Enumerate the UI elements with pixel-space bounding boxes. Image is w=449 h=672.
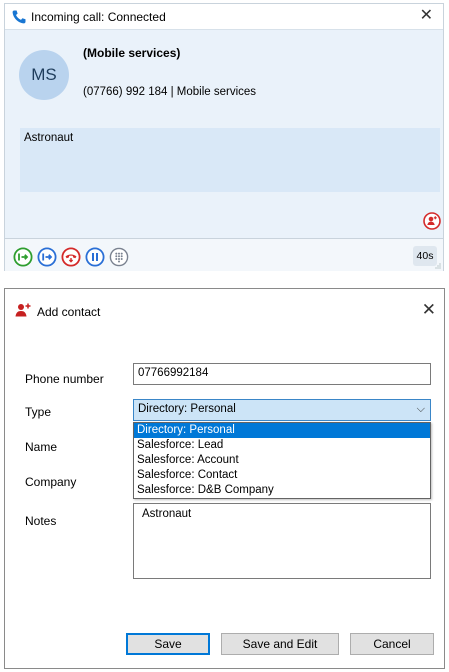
type-label: Type xyxy=(25,405,52,419)
call-window: Incoming call: Connected ✕ MS (Mobile se… xyxy=(4,3,444,271)
call-duration: 40s xyxy=(413,246,437,266)
caller-number-line: (07766) 992 184 | Mobile services xyxy=(83,86,257,98)
type-option[interactable]: Salesforce: D&B Company xyxy=(134,483,430,498)
chevron-down-icon: ⌵ xyxy=(416,403,425,415)
hold-icon[interactable] xyxy=(85,247,105,267)
call-title-bar: Incoming call: Connected ✕ xyxy=(5,4,443,30)
hangup-icon[interactable] xyxy=(61,247,81,267)
save-button[interactable]: Save xyxy=(126,633,210,655)
transfer-icon[interactable] xyxy=(13,247,33,267)
notes-textarea[interactable]: Astronaut xyxy=(133,503,431,579)
add-contact-icon xyxy=(15,303,31,317)
call-control-bar: 40s xyxy=(5,238,443,271)
caller-name: (Mobile services) xyxy=(83,46,181,60)
close-icon[interactable]: ✕ xyxy=(422,301,436,319)
type-option[interactable]: Salesforce: Contact xyxy=(134,468,430,483)
add-contact-icon[interactable] xyxy=(423,212,441,230)
consult-icon[interactable] xyxy=(37,247,57,267)
dialog-title-bar: Add contact ✕ xyxy=(5,289,444,333)
call-status-title: Incoming call: Connected xyxy=(31,10,166,24)
phone-number-label: Phone number xyxy=(25,372,104,386)
avatar: MS xyxy=(19,50,69,100)
type-option[interactable]: Directory: Personal xyxy=(134,423,430,438)
dialog-title: Add contact xyxy=(37,305,101,319)
cancel-button[interactable]: Cancel xyxy=(350,633,434,655)
type-select[interactable]: Directory: Personal ⌵ xyxy=(133,399,431,421)
phone-number-field[interactable]: 07766992184 xyxy=(133,363,431,385)
type-option[interactable]: Salesforce: Lead xyxy=(134,438,430,453)
keypad-icon[interactable] xyxy=(109,247,129,267)
call-notes-text: Astronaut xyxy=(24,132,74,144)
type-dropdown-list: Directory: Personal Salesforce: Lead Sal… xyxy=(133,422,431,499)
type-option[interactable]: Salesforce: Account xyxy=(134,453,430,468)
name-label: Name xyxy=(25,440,58,454)
phone-icon xyxy=(12,10,26,24)
company-label: Company xyxy=(25,475,77,489)
add-contact-dialog: Add contact ✕ Phone number 07766992184 T… xyxy=(4,288,445,669)
resize-grip-icon[interactable] xyxy=(435,263,441,269)
save-and-edit-button[interactable]: Save and Edit xyxy=(221,633,339,655)
close-icon[interactable]: ✕ xyxy=(420,7,433,25)
type-select-value: Directory: Personal xyxy=(138,403,236,415)
notes-label: Notes xyxy=(25,514,57,528)
call-notes-area[interactable]: Astronaut xyxy=(20,128,440,192)
